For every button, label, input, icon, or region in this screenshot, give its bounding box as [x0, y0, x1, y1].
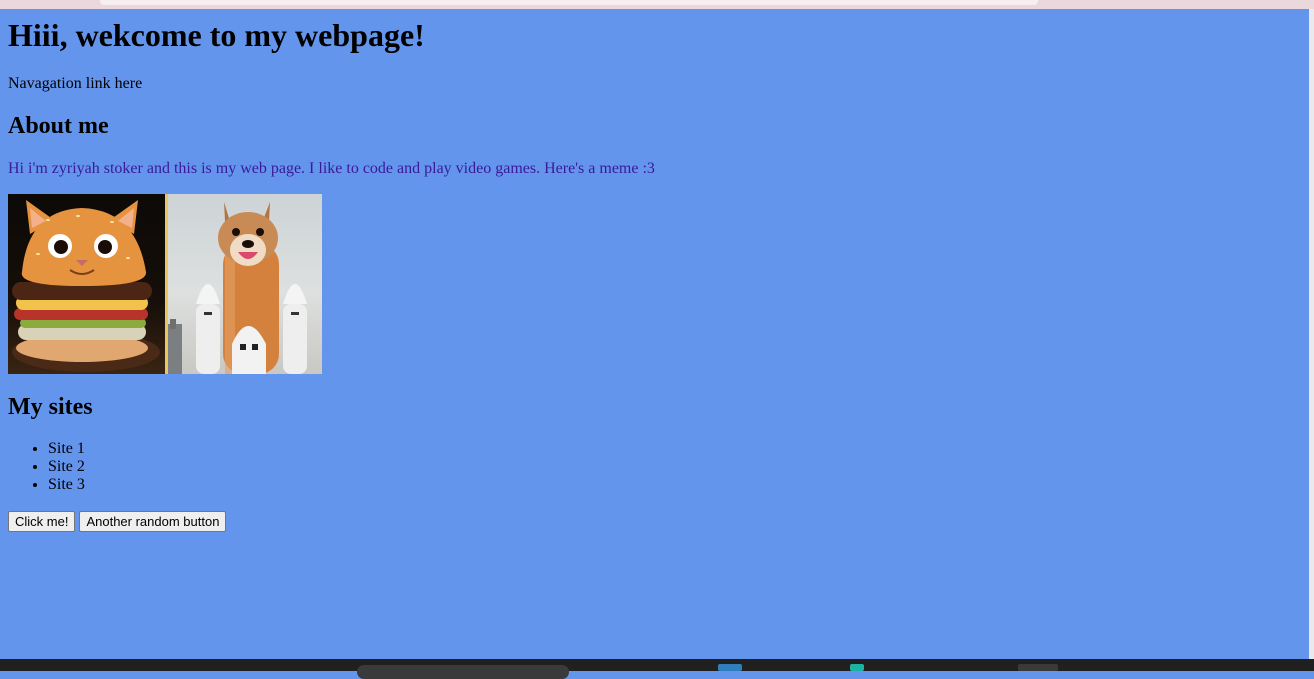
taskbar [0, 659, 1314, 679]
list-item: Site 3 [48, 476, 85, 494]
about-text: Hi i'm zyriyah stoker and this is my web… [8, 160, 655, 177]
about-heading: About me [8, 113, 109, 139]
dog-rocket-image [168, 194, 322, 374]
list-item: Site 2 [48, 458, 85, 476]
browser-tab-strip [100, 0, 1038, 5]
another-random-button[interactable]: Another random button [79, 511, 227, 532]
browser-top-bar [0, 0, 1314, 9]
scrollbar[interactable] [1309, 9, 1314, 659]
navigation-text: Navagation link here [8, 75, 143, 92]
sites-heading: My sites [8, 394, 93, 420]
taskbar-app-icon[interactable] [850, 664, 864, 671]
list-item: Site 1 [48, 440, 85, 458]
sites-list: Site 1 Site 2 Site 3 [8, 440, 85, 494]
page-title: Hiii, wekcome to my webpage! [8, 17, 425, 53]
click-me-button[interactable]: Click me! [8, 511, 76, 532]
taskbar-search-bar[interactable] [357, 665, 569, 679]
cat-burger-image [8, 194, 165, 374]
meme-image [8, 194, 322, 374]
taskbar-app-icon[interactable] [718, 664, 742, 671]
button-row: Click me! Another random button [8, 511, 227, 532]
taskbar-app-icon[interactable] [1018, 664, 1058, 671]
